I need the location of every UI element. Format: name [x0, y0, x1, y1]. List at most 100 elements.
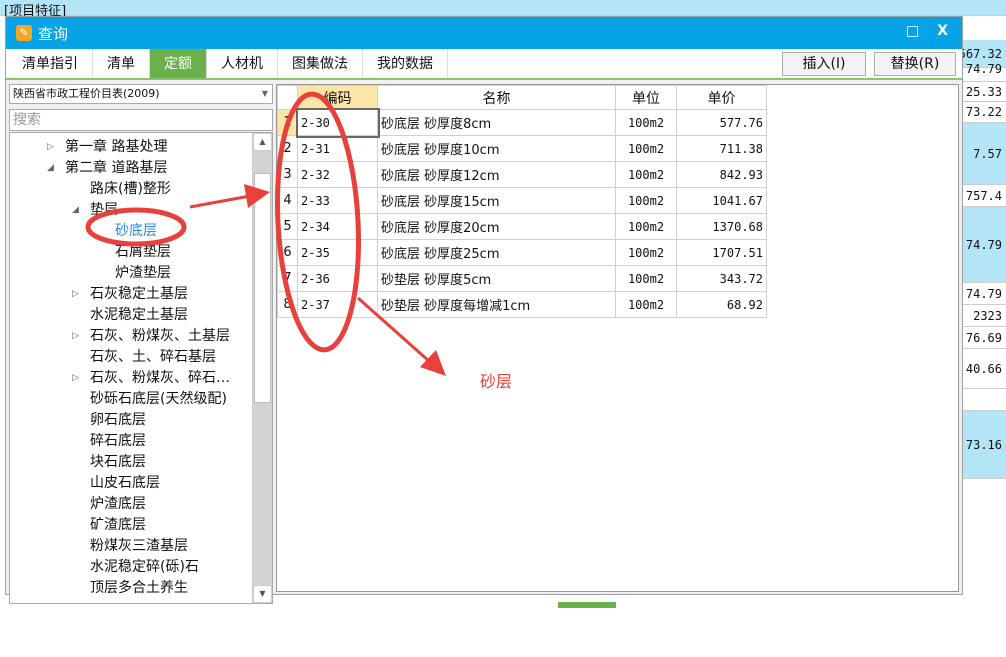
tree-node[interactable]: 第一章 路基处理	[65, 137, 167, 158]
unit-cell[interactable]: 100m2	[615, 213, 677, 240]
table-row[interactable]: 4 2-33 砂底层 砂厚度15cm 100m2 1041.67	[277, 187, 767, 214]
replace-button[interactable]: 替换(R)	[874, 52, 956, 76]
table-row[interactable]: 5 2-34 砂底层 砂厚度20cm 100m2 1370.68	[277, 213, 767, 240]
name-cell[interactable]: 砂垫层 砂厚度5cm	[377, 265, 616, 292]
price-cell[interactable]: 842.93	[676, 161, 767, 188]
code-cell[interactable]: 2-33	[297, 187, 378, 214]
unit-cell[interactable]: 100m2	[615, 291, 677, 318]
header-price[interactable]: 单价	[676, 85, 767, 110]
name-cell[interactable]: 砂底层 砂厚度25cm	[377, 239, 616, 266]
close-icon[interactable]: X	[937, 23, 948, 39]
table-row[interactable]: 2 2-31 砂底层 砂厚度10cm 100m2 711.38	[277, 135, 767, 162]
code-cell[interactable]: 2-30	[295, 107, 380, 138]
code-cell[interactable]: 2-32	[297, 161, 378, 188]
tree-node[interactable]: 砂砾石底层(天然级配)	[90, 389, 227, 410]
unit-cell[interactable]: 100m2	[615, 187, 677, 214]
code-cell[interactable]: 2-34	[297, 213, 378, 240]
search-input[interactable]: 搜索	[9, 109, 273, 131]
tree-node[interactable]: 炉渣垫层	[115, 263, 171, 284]
background-header-row: [项目特征]	[0, 0, 1006, 19]
code-cell[interactable]: 2-37	[297, 291, 378, 318]
tab-bill[interactable]: 清单	[93, 49, 150, 78]
tree-node[interactable]: 石屑垫层	[115, 242, 171, 263]
row-number: 8	[277, 291, 298, 318]
tree-node[interactable]: 石灰、粉煤灰、土基层	[90, 326, 230, 347]
table-row[interactable]: 6 2-35 砂底层 砂厚度25cm 100m2 1707.51	[277, 239, 767, 266]
insert-button[interactable]: 插入(I)	[782, 52, 866, 76]
tab-atlas-method[interactable]: 图集做法	[278, 49, 363, 78]
tree-node[interactable]: 垫层	[90, 200, 118, 221]
table-row[interactable]: 7 2-36 砂垫层 砂厚度5cm 100m2 343.72	[277, 265, 767, 292]
price-cell[interactable]: 577.76	[676, 109, 767, 136]
header-unit[interactable]: 单位	[615, 85, 677, 110]
name-cell[interactable]: 砂底层 砂厚度10cm	[377, 135, 616, 162]
tree-node[interactable]: 路床(槽)整形	[90, 179, 171, 200]
collapse-triangle-icon[interactable]: ◢	[47, 163, 54, 173]
tab-my-data[interactable]: 我的数据	[363, 49, 448, 78]
library-select-value: 陕西省市政工程价目表(2009)	[13, 87, 160, 100]
name-cell[interactable]: 砂底层 砂厚度15cm	[377, 187, 616, 214]
expand-triangle-icon[interactable]: ▷	[47, 142, 54, 152]
maximize-icon[interactable]: □	[906, 23, 919, 39]
price-cell[interactable]: 1707.51	[676, 239, 767, 266]
tab-quota[interactable]: 定额	[150, 49, 207, 78]
scroll-down-icon[interactable]: ▼	[253, 585, 272, 603]
code-cell[interactable]: 2-35	[297, 239, 378, 266]
tree-scrollbar[interactable]: ▲ ▼	[252, 133, 272, 603]
name-cell[interactable]: 砂底层 砂厚度12cm	[377, 161, 616, 188]
background-value-cell: 73.22	[963, 101, 1006, 123]
tree-node[interactable]: 块石底层	[90, 452, 146, 473]
name-cell[interactable]: 砂垫层 砂厚度每增减1cm	[377, 291, 616, 318]
unit-cell[interactable]: 100m2	[615, 109, 677, 136]
annotation-label: 砂层	[480, 372, 513, 391]
price-cell[interactable]: 711.38	[676, 135, 767, 162]
dialog-title: 查询	[38, 24, 69, 43]
tree-node[interactable]: 水泥稳定碎(砾)石	[90, 557, 199, 578]
tree-node[interactable]: 石灰、土、碎石基层	[90, 347, 216, 368]
name-cell[interactable]: 砂底层 砂厚度20cm	[377, 213, 616, 240]
background-value-cell: 2323	[963, 305, 1006, 327]
unit-cell[interactable]: 100m2	[615, 135, 677, 162]
scroll-up-icon[interactable]: ▲	[253, 133, 272, 151]
library-select[interactable]: 陕西省市政工程价目表(2009) ▼	[9, 84, 273, 104]
tree-node[interactable]: 砂底层	[115, 221, 157, 242]
tree-node[interactable]: 炉渣底层	[90, 494, 146, 515]
unit-cell[interactable]: 100m2	[615, 239, 677, 266]
scroll-thumb[interactable]	[254, 173, 271, 403]
tree-node[interactable]: 石灰、粉煤灰、碎石…	[90, 368, 230, 389]
price-cell[interactable]: 1041.67	[676, 187, 767, 214]
background-value-cell: 73.16	[963, 411, 1006, 479]
tab-labor-material-machine[interactable]: 人材机	[207, 49, 278, 78]
code-cell[interactable]: 2-31	[297, 135, 378, 162]
price-cell[interactable]: 343.72	[676, 265, 767, 292]
unit-cell[interactable]: 100m2	[615, 265, 677, 292]
bottom-splitter-handle[interactable]	[558, 602, 616, 608]
tree-node[interactable]: 矿渣底层	[90, 515, 146, 536]
tree-node[interactable]: 卵石底层	[90, 410, 146, 431]
header-code[interactable]: 编码	[297, 85, 378, 110]
tree-node[interactable]: 碎石底层	[90, 431, 146, 452]
collapse-triangle-icon[interactable]: ◢	[72, 205, 79, 215]
expand-triangle-icon[interactable]: ▷	[72, 331, 79, 341]
tab-bill-guide[interactable]: 清单指引	[6, 49, 93, 78]
price-cell[interactable]: 1370.68	[676, 213, 767, 240]
table-row[interactable]: 3 2-32 砂底层 砂厚度12cm 100m2 842.93	[277, 161, 767, 188]
header-name[interactable]: 名称	[377, 85, 616, 110]
table-row[interactable]: 1 2-30 砂底层 砂厚度8cm 100m2 577.76	[277, 107, 767, 138]
name-cell[interactable]: 砂底层 砂厚度8cm	[377, 109, 616, 136]
tree-node[interactable]: 石灰稳定土基层	[90, 284, 188, 305]
tree-node[interactable]: 山皮石底层	[90, 473, 160, 494]
code-cell[interactable]: 2-36	[297, 265, 378, 292]
tree-node[interactable]: 水泥稳定土基层	[90, 305, 188, 326]
price-cell[interactable]: 68.92	[676, 291, 767, 318]
row-number: 2	[277, 135, 298, 162]
row-number-header	[277, 85, 298, 110]
unit-cell[interactable]: 100m2	[615, 161, 677, 188]
table-row[interactable]: 8 2-37 砂垫层 砂厚度每增减1cm 100m2 68.92	[277, 291, 767, 318]
tree-node[interactable]: 第二章 道路基层	[65, 158, 167, 179]
tree-node[interactable]: 顶层多合土养生	[90, 578, 188, 599]
quota-table-panel: 编码 名称 单位 单价 1 2-30 砂底层 砂厚度8cm 100m2 577.76 2 2…	[276, 84, 959, 592]
expand-triangle-icon[interactable]: ▷	[72, 289, 79, 299]
expand-triangle-icon[interactable]: ▷	[72, 373, 79, 383]
tree-node[interactable]: 粉煤灰三渣基层	[90, 536, 188, 557]
